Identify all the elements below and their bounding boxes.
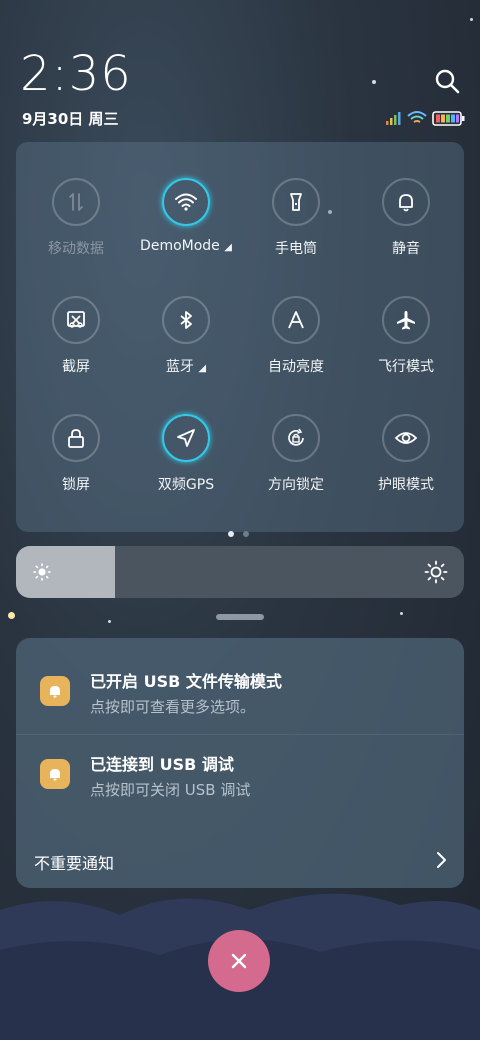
notification-title: 已连接到 USB 调试 — [90, 755, 234, 774]
wifi-status-icon — [407, 111, 427, 123]
tile-label: 移动数据 — [48, 241, 104, 257]
tile-label: 方向锁定 — [268, 477, 324, 493]
airplane-icon — [382, 296, 430, 344]
notification-subtitle: 点按即可查看更多选项。 — [90, 698, 256, 716]
rotation-lock-icon — [272, 414, 320, 462]
brightness-slider[interactable] — [16, 546, 464, 598]
close-icon — [231, 953, 247, 969]
expand-corner-icon: ◢ — [198, 363, 207, 374]
page-dot — [243, 531, 249, 537]
tile-label: 截屏 — [62, 359, 90, 375]
tile-label: 锁屏 — [62, 477, 90, 493]
status-icons — [386, 111, 465, 126]
star — [372, 80, 376, 84]
tile-auto-brightness[interactable]: 自动亮度 — [240, 296, 352, 376]
tile-wifi[interactable]: DemoMode ◢ — [130, 178, 242, 254]
brightness-fill — [16, 546, 115, 598]
tile-eye-comfort[interactable]: 护眼模式 — [350, 414, 462, 494]
tile-mobile-data[interactable]: 移动数据 — [20, 178, 132, 258]
clear-all-button[interactable] — [208, 930, 270, 992]
auto-brightness-icon — [272, 296, 320, 344]
chevron-right-icon — [437, 852, 446, 868]
tile-lock-screen[interactable]: 锁屏 — [20, 414, 132, 494]
notification-subtitle: 点按即可关闭 USB 调试 — [90, 781, 251, 799]
tile-screenshot[interactable]: 截屏 — [20, 296, 132, 376]
eye-icon — [382, 414, 430, 462]
location-arrow-icon — [162, 414, 210, 462]
notification-usb-transfer[interactable]: 已开启 USB 文件传输模式 点按即可查看更多选项。 — [16, 638, 464, 734]
quick-settings-panel: 移动数据 DemoMode ◢ 手电筒 静音 截屏 蓝牙 ◢ 自动亮度 飞行模式… — [16, 142, 464, 532]
clock-time: 2:36 — [20, 46, 132, 102]
clock-date: 9月30日 周三 — [22, 110, 119, 128]
tile-dual-gps[interactable]: 双频GPS — [130, 414, 242, 494]
tile-label: 自动亮度 — [268, 359, 324, 375]
tile-rotation-lock[interactable]: 方向锁定 — [240, 414, 352, 494]
tile-label: DemoMode — [140, 238, 220, 254]
tile-airplane-mode[interactable]: 飞行模式 — [350, 296, 462, 376]
tile-bluetooth[interactable]: 蓝牙 ◢ — [130, 296, 242, 376]
star — [8, 612, 15, 619]
star — [400, 612, 403, 615]
tile-label: 双频GPS — [157, 477, 215, 493]
flashlight-icon — [272, 178, 320, 226]
page-indicator — [228, 522, 258, 541]
wifi-icon — [162, 178, 210, 226]
bell-icon — [40, 676, 70, 706]
star — [108, 620, 111, 623]
tile-silent[interactable]: 静音 — [350, 178, 462, 258]
screenshot-icon — [52, 296, 100, 344]
bluetooth-icon — [162, 296, 210, 344]
expand-corner-icon: ◢ — [224, 242, 232, 253]
drag-handle[interactable] — [216, 614, 264, 620]
unimportant-notifications-label: 不重要通知 — [34, 854, 115, 873]
tile-label: 静音 — [392, 241, 420, 257]
bell-icon — [40, 759, 70, 789]
page-dot-active — [228, 531, 234, 537]
tile-label: 蓝牙 — [165, 359, 194, 375]
star — [470, 18, 473, 21]
signal-icon — [386, 112, 401, 125]
tile-flashlight[interactable]: 手电筒 — [240, 178, 352, 258]
lock-icon — [52, 414, 100, 462]
tile-label: 飞行模式 — [378, 359, 434, 375]
brightness-low-icon — [33, 563, 51, 581]
search-icon[interactable] — [432, 66, 462, 96]
battery-icon — [432, 111, 465, 126]
notification-title: 已开启 USB 文件传输模式 — [90, 672, 282, 691]
notification-card: 已开启 USB 文件传输模式 点按即可查看更多选项。 已连接到 USB 调试 点… — [16, 638, 464, 888]
notification-usb-debugging[interactable]: 已连接到 USB 调试 点按即可关闭 USB 调试 — [16, 735, 464, 831]
tile-label: 手电筒 — [275, 241, 317, 257]
tile-label: 护眼模式 — [378, 477, 434, 493]
mobile-data-icon — [52, 178, 100, 226]
brightness-high-icon — [424, 560, 448, 584]
bell-icon — [382, 178, 430, 226]
